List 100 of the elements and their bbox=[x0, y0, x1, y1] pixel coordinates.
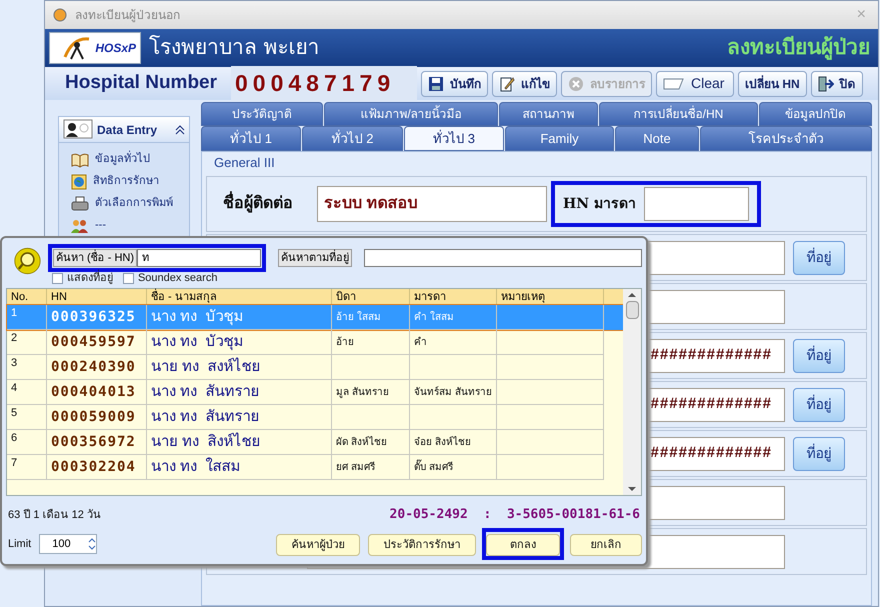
table-cell: ยศ สมศรี bbox=[332, 455, 410, 480]
logo: HOSxP bbox=[49, 32, 141, 64]
table-cell: นาง ทง สันทราย bbox=[147, 380, 332, 405]
collapse-icon[interactable] bbox=[175, 124, 185, 134]
tab[interactable]: โรคประจำตัว bbox=[700, 126, 872, 151]
age-text: 63 ปี 1 เดือน 12 วัน bbox=[8, 508, 101, 523]
dialog-button[interactable]: ตกลง bbox=[486, 534, 560, 556]
table-cell: คำ bbox=[410, 330, 497, 355]
table-row[interactable]: 7 000302204 นาง ทง ใสสม ยศ สมศรี ตั๊บ สมศรี bbox=[7, 455, 623, 480]
toolbar-button[interactable]: เปลี่ยน HN bbox=[738, 70, 807, 96]
contact-name-label: ชื่อผู้ติดต่อ bbox=[223, 192, 303, 216]
table-cell: นาง ทง บัวชุม bbox=[147, 305, 332, 330]
hospital-number-label: Hospital Number bbox=[64, 71, 218, 96]
table-cell: 000404013 bbox=[47, 380, 147, 405]
table-cell: 3 bbox=[7, 355, 47, 380]
checkbox-label: แสดงที่อยู่ bbox=[66, 270, 113, 286]
open-book-icon bbox=[71, 152, 89, 168]
sidebar-item[interactable]: ข้อมูลทั่วไป bbox=[95, 151, 150, 168]
table-cell: มูล สันทราย bbox=[332, 380, 410, 405]
table-cell: ผัด สิงห์ไชย bbox=[332, 430, 410, 455]
toolbar-button[interactable]: ปิด bbox=[810, 70, 863, 96]
limit-spinbox[interactable]: 100 bbox=[39, 534, 98, 554]
table-cell: อ้าย ใสสม bbox=[332, 305, 410, 330]
toolbar-button[interactable]: บันทึก bbox=[421, 70, 488, 96]
address-search-label: ค้นหาตามที่อยู่ bbox=[278, 249, 352, 267]
table-cell: 6 bbox=[7, 430, 47, 455]
module-title: ลงทะเบียนผู้ป่วย bbox=[727, 34, 871, 62]
table-cell: 000356972 bbox=[47, 430, 147, 455]
search-label: ค้นหา (ชื่อ - HN) bbox=[52, 249, 137, 267]
tab[interactable]: Note bbox=[615, 126, 699, 151]
dialog-button[interactable]: ค้นหาผู้ป่วย bbox=[276, 534, 360, 556]
window-title: ลงทะเบียนผู้ป่วยนอก bbox=[75, 7, 180, 24]
checkbox[interactable] bbox=[122, 272, 134, 284]
table-cell: 4 bbox=[7, 380, 47, 405]
toolbar-button[interactable]: แก้ไข bbox=[492, 70, 557, 96]
table-cell: นาง ทง สันทราย bbox=[147, 405, 332, 430]
table-cell: 000302204 bbox=[47, 455, 147, 480]
table-row[interactable]: 2 000459597 นาง ทง บัวชุม อ้าย คำ bbox=[7, 330, 623, 355]
scroll-thumb[interactable] bbox=[626, 301, 638, 319]
tab[interactable]: การเปลี่ยนชื่อ/HN bbox=[599, 102, 758, 126]
table-cell: 000459597 bbox=[47, 330, 147, 355]
table-row[interactable]: 6 000356972 นาย ทง สิงห์ไชย ผัด สิงห์ไชย จ๋อย สิงห์ไชย bbox=[7, 430, 623, 455]
table-cell: 000396325 bbox=[47, 305, 147, 330]
dialog-button[interactable]: ยกเลิก bbox=[570, 534, 642, 556]
tab[interactable]: ทั่วไป 3 bbox=[404, 126, 504, 151]
table-cell: นาย ทง สิงห์ไชย bbox=[147, 430, 332, 455]
tab[interactable]: ประวัติญาติ bbox=[201, 102, 323, 126]
printer-icon bbox=[71, 196, 89, 212]
sidebar-item[interactable]: --- bbox=[95, 217, 106, 234]
hospital-number-value: 000487179 bbox=[231, 66, 417, 101]
address-button[interactable]: ที่อยู่ bbox=[793, 240, 845, 274]
address-button[interactable]: ที่อยู่ bbox=[793, 388, 845, 422]
tab[interactable]: แฟ้มภาพ/ลายนิ้วมือ bbox=[324, 102, 498, 126]
mother-hn-field[interactable] bbox=[644, 187, 749, 221]
table-row[interactable]: 3 000240390 นาย ทง สงห์ไชย bbox=[7, 355, 623, 380]
table-cell: นาง ทง ใสสม bbox=[147, 455, 332, 480]
sidebar-item[interactable]: ตัวเลือกการพิมพ์ bbox=[95, 195, 173, 212]
scrollbar[interactable] bbox=[623, 289, 641, 495]
toolbar-button[interactable]: Clear bbox=[656, 70, 734, 96]
spin-arrows-icon[interactable] bbox=[88, 537, 96, 551]
table-row[interactable]: 4 000404013 นาง ทง สันทราย มูล สันทราย จันทร์สม สันทราย bbox=[7, 380, 623, 405]
sidebar-item[interactable]: สิทธิการรักษา bbox=[93, 173, 159, 190]
contact-name-field[interactable]: ระบบ ทดสอบ bbox=[317, 186, 547, 222]
tab[interactable]: ทั่วไป 2 bbox=[302, 126, 403, 151]
table-cell: จ๋อย สิงห์ไชย bbox=[410, 430, 497, 455]
table-cell: 000240390 bbox=[47, 355, 147, 380]
tab[interactable]: สถานภาพ bbox=[499, 102, 598, 126]
table-row[interactable]: 5 000059009 นาง ทง สันทราย bbox=[7, 405, 623, 430]
tab[interactable]: ข้อมูลปกปิด bbox=[759, 102, 872, 126]
address-button[interactable]: ที่อยู่ bbox=[793, 338, 845, 372]
table-cell: 1 bbox=[7, 305, 47, 330]
table-cell: จันทร์สม สันทราย bbox=[410, 380, 497, 405]
table-cell: นาง ทง บัวชุม bbox=[147, 330, 332, 355]
tab[interactable]: ทั่วไป 1 bbox=[201, 126, 301, 151]
mother-hn-label: HN มารดา bbox=[563, 194, 636, 214]
dialog-button[interactable]: ประวัติการรักษา bbox=[368, 534, 476, 556]
table-cell: 5 bbox=[7, 405, 47, 430]
table-cell: 000059009 bbox=[47, 405, 147, 430]
app-icon bbox=[53, 8, 67, 22]
table-cell: 2 bbox=[7, 330, 47, 355]
people-icon bbox=[71, 218, 89, 232]
globe-card-icon bbox=[71, 174, 87, 190]
address-search-field[interactable] bbox=[364, 249, 642, 267]
panel-title: General III bbox=[213, 154, 276, 172]
checkbox-label: Soundex search bbox=[138, 270, 218, 286]
x-circle-icon bbox=[568, 76, 584, 92]
address-button[interactable]: ที่อยู่ bbox=[793, 436, 845, 470]
table-cell: 7 bbox=[7, 455, 47, 480]
limit-label: Limit bbox=[7, 536, 32, 552]
notepad-pencil-icon bbox=[499, 76, 515, 92]
table-cell: นาย ทง สงห์ไชย bbox=[147, 355, 332, 380]
tab[interactable]: Family bbox=[505, 126, 614, 151]
hospital-name: โรงพยาบาล พะเยา bbox=[149, 34, 320, 62]
search-field[interactable]: ท bbox=[137, 249, 261, 267]
door-arrow-icon bbox=[818, 76, 834, 92]
checkbox[interactable] bbox=[52, 272, 63, 284]
table-cell: อ้าย bbox=[332, 330, 410, 355]
sidebar-title: Data Entry bbox=[97, 122, 158, 138]
contact-card-icon bbox=[63, 118, 93, 140]
table-cell: คำ ใสสม bbox=[410, 305, 497, 330]
